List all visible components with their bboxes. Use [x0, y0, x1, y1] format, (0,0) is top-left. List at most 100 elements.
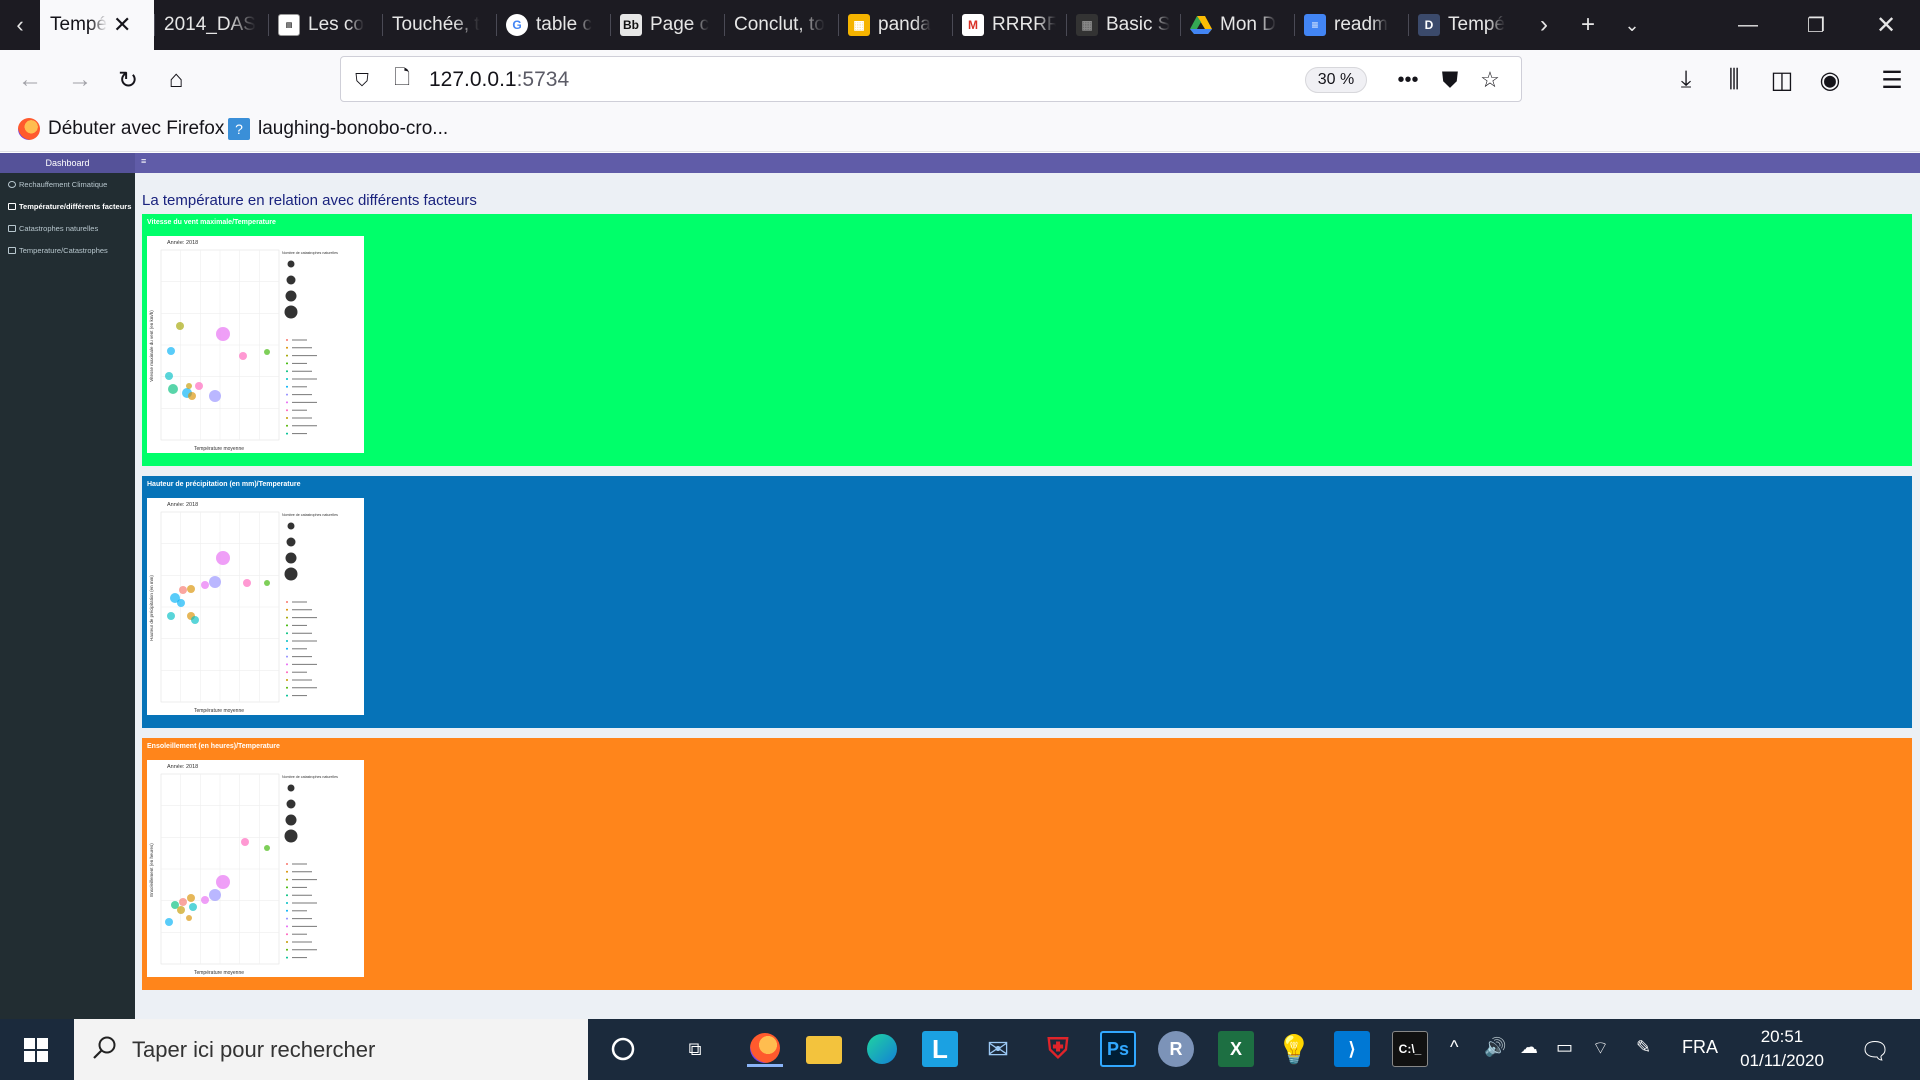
cortana-icon[interactable]	[605, 1031, 641, 1067]
page-info-icon[interactable]: 🗋	[387, 65, 417, 95]
firefox-taskbar-icon[interactable]	[747, 1031, 783, 1067]
tray-chevron-up-icon[interactable]: ^	[1450, 1037, 1458, 1058]
chart-line-icon	[8, 247, 16, 254]
window-close-icon[interactable]: ✕	[1852, 0, 1920, 50]
wifi-icon[interactable]: ⌔	[1592, 1037, 1609, 1060]
color-legend-key	[286, 616, 288, 619]
tab-title: Tempé	[1448, 14, 1506, 35]
menu-hamburger-icon[interactable]: ☰	[1872, 60, 1912, 100]
url-port: :5734	[516, 68, 570, 91]
plot-point	[189, 903, 197, 911]
reload-icon[interactable]: ↻	[108, 60, 148, 100]
zoom-level-badge[interactable]: 30 %	[1305, 67, 1367, 93]
tab-title: Les co	[308, 14, 364, 35]
terminal-icon[interactable]: C:\_	[1392, 1031, 1428, 1067]
minimize-icon[interactable]: —	[1714, 0, 1782, 50]
account-icon[interactable]: ◉	[1810, 60, 1850, 100]
library-icon[interactable]: ⫼	[1714, 60, 1754, 100]
browser-tab[interactable]: M RRRRR	[952, 0, 1066, 50]
color-legend-key	[286, 370, 288, 373]
browser-tab-active[interactable]: Tempé ✕	[40, 0, 154, 50]
lightbulb-icon[interactable]: 💡	[1276, 1031, 1312, 1067]
l-app-icon[interactable]: L	[922, 1031, 958, 1067]
edge-icon[interactable]	[864, 1031, 900, 1067]
photoshop-icon[interactable]: Ps	[1100, 1031, 1136, 1067]
sidebar-toggle-icon[interactable]: ≡	[141, 156, 146, 166]
bookmark-item[interactable]: Débuter avec Firefox	[18, 118, 224, 140]
plot-y-label: Hauteur de précipitation (en mm)	[149, 575, 154, 641]
mail-icon[interactable]: ✉	[980, 1031, 1016, 1067]
taskbar-search-input[interactable]: Taper ici pour rechercher	[74, 1019, 588, 1080]
url-bar[interactable]: ⛉ 🗋 127.0.0.1:5734 30 % ••• ⛊ ☆	[340, 56, 1522, 102]
restore-icon[interactable]: ❐	[1782, 0, 1850, 50]
plot-x-label: Température moyenne	[194, 708, 244, 714]
sidebar-item-temperature-catastrophes[interactable]: Temperature/Catastrophes	[8, 246, 108, 255]
browser-tab[interactable]: Touchée, t	[382, 0, 496, 50]
plot-point	[201, 896, 209, 904]
size-legend-title: Nombre de catastrophes naturelles	[282, 513, 338, 517]
sidebar-item-label: Rechauffement Climatique	[19, 180, 108, 189]
bookmark-item[interactable]: ? laughing-bonobo-cro...	[228, 118, 448, 140]
sidebar-toggle-icon[interactable]: ◫	[1762, 60, 1802, 100]
volume-icon[interactable]: 🔊	[1484, 1037, 1506, 1058]
kaggle-icon: ▦	[1076, 14, 1098, 36]
tab-list-chevron-icon[interactable]: ⌄	[1610, 0, 1654, 50]
pen-icon[interactable]: ✎	[1636, 1037, 1651, 1058]
onedrive-icon[interactable]: ☁	[1520, 1037, 1538, 1058]
more-actions-icon[interactable]: •••	[1393, 65, 1423, 95]
back-arrow-icon[interactable]: ←	[10, 60, 50, 100]
plot-point	[216, 551, 230, 565]
browser-tab[interactable]: Gtable c	[496, 0, 610, 50]
pocket-icon[interactable]: ⛊	[1435, 65, 1465, 95]
color-legend-key	[286, 385, 288, 388]
dashboard-page: Dashboard ≡ Rechauffement Climatique Tem…	[0, 153, 1920, 1019]
vscode-icon[interactable]: ⟩	[1334, 1031, 1370, 1067]
mcafee-icon[interactable]: ⛨	[1040, 1031, 1076, 1067]
wind-temperature-box: Vitesse du vent maximale/Temperature Ann…	[142, 214, 1912, 466]
excel-icon[interactable]: X	[1218, 1031, 1254, 1067]
size-legend-key	[286, 799, 296, 809]
language-indicator[interactable]: FRA	[1682, 1037, 1718, 1058]
forward-arrow-icon[interactable]: →	[60, 60, 100, 100]
tab-close-icon[interactable]: ✕	[113, 12, 131, 38]
tab-scroll-left-icon[interactable]: ‹	[0, 0, 40, 50]
tab-scroll-right-icon[interactable]: ›	[1522, 0, 1566, 50]
browser-tab[interactable]: ▦ panda	[838, 0, 952, 50]
color-legend-key	[286, 679, 288, 681]
browser-tab[interactable]: ▤ Les co	[268, 0, 382, 50]
notifications-icon[interactable]: 🗨	[1860, 1037, 1890, 1066]
task-view-icon[interactable]: ⧉	[677, 1031, 713, 1067]
url-text[interactable]: 127.0.0.1:5734	[429, 68, 569, 92]
sidebar-item-temperature-facteurs[interactable]: Température/différents facteurs	[8, 202, 131, 211]
browser-tab[interactable]: D Tempé	[1408, 0, 1522, 50]
color-legend-key	[286, 941, 288, 943]
browser-tab[interactable]: Mon D	[1180, 0, 1294, 50]
sidebar-item-rechauffement[interactable]: Rechauffement Climatique	[8, 180, 107, 189]
new-tab-icon[interactable]: +	[1566, 0, 1610, 50]
bookmark-star-icon[interactable]: ☆	[1475, 65, 1505, 95]
plot-point	[179, 586, 187, 594]
plot-point	[209, 576, 221, 588]
home-icon[interactable]: ⌂	[156, 60, 196, 100]
browser-tab[interactable]: Bb Page c	[610, 0, 724, 50]
sidebar-item-catastrophes[interactable]: Catastrophes naturelles	[8, 224, 98, 233]
r-icon[interactable]: R	[1158, 1031, 1194, 1067]
downloads-icon[interactable]: ⤓	[1666, 60, 1706, 100]
shield-icon[interactable]: ⛉	[347, 65, 377, 95]
color-legend-key	[286, 886, 288, 889]
plot-point	[209, 390, 221, 402]
file-explorer-icon[interactable]	[806, 1036, 842, 1064]
battery-icon[interactable]: ▭	[1556, 1037, 1573, 1058]
windows-start-icon[interactable]	[10, 1027, 62, 1072]
plot-year-label: Année: 2018	[167, 502, 198, 508]
plot-point	[176, 322, 184, 330]
color-legend-key	[286, 401, 288, 404]
browser-tab[interactable]: Conclut, to	[724, 0, 838, 50]
dashboard-brand[interactable]: Dashboard	[0, 153, 135, 173]
clock[interactable]: 20:51 01/11/2020	[1720, 1025, 1844, 1073]
color-legend-key	[286, 362, 288, 365]
browser-tab[interactable]: ▦ Basic S	[1066, 0, 1180, 50]
browser-tab[interactable]: 2014_DAS	[154, 0, 268, 50]
size-legend-title: Nombre de catastrophes naturelles	[282, 775, 338, 779]
browser-tab[interactable]: ≡ readm	[1294, 0, 1408, 50]
